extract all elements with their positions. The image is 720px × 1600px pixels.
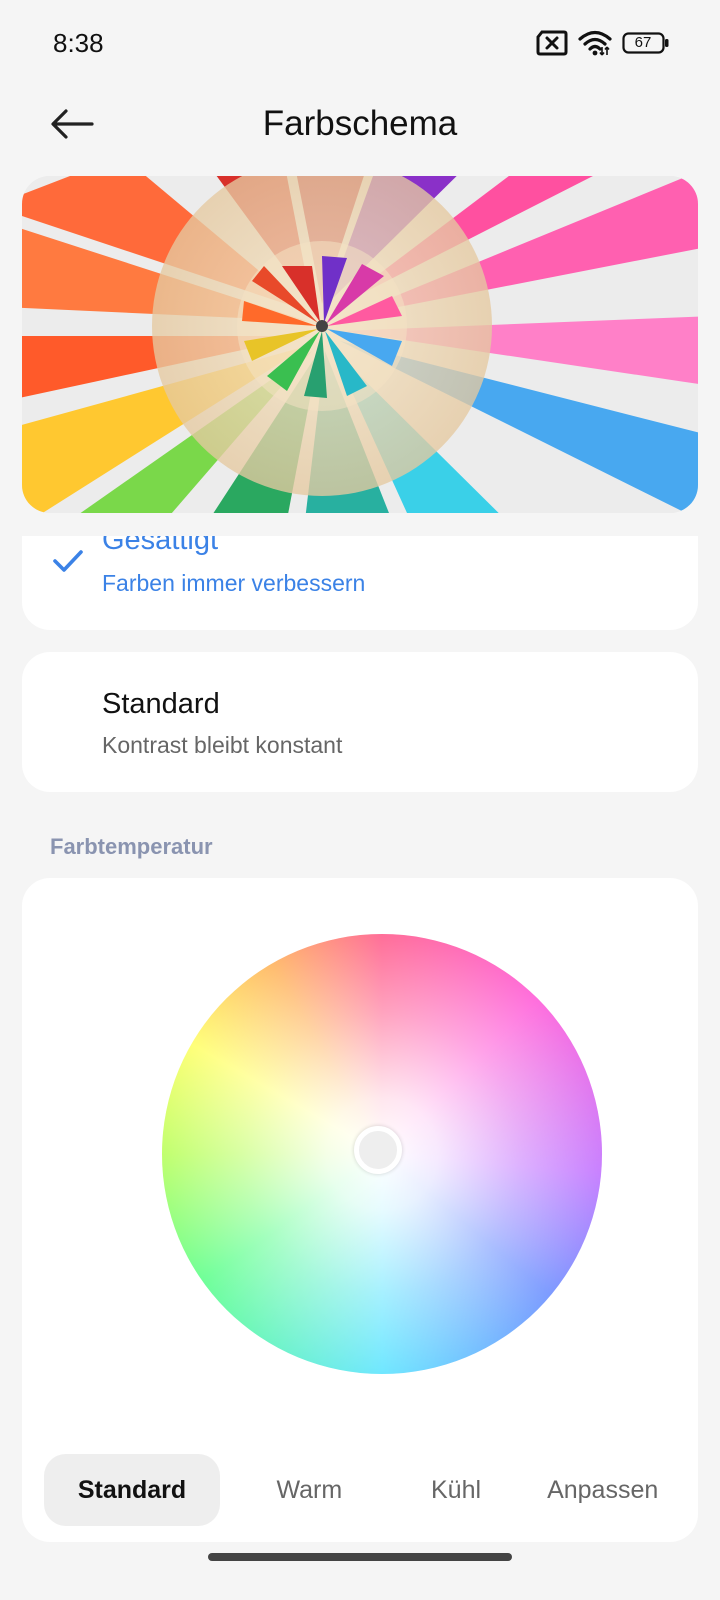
color-wheel[interactable] [162, 934, 602, 1374]
status-bar: 8:38 67 [0, 0, 720, 90]
preset-custom[interactable]: Anpassen [529, 1454, 676, 1526]
option-standard[interactable]: Standard Kontrast bleibt konstant [22, 652, 698, 792]
option-title: Gesättigt [102, 536, 219, 556]
color-scheme-preview-image [22, 176, 698, 513]
status-icons: 67 [536, 30, 670, 56]
option-subtitle: Kontrast bleibt konstant [102, 732, 343, 758]
status-time: 8:38 [53, 28, 104, 58]
preset-warm[interactable]: Warm [236, 1454, 383, 1526]
home-indicator[interactable] [208, 1553, 512, 1561]
screen: 8:38 67 Farbschema Gesättigt Farben imme… [0, 0, 720, 1600]
section-label-color-temperature: Farbtemperatur [50, 834, 213, 859]
color-temperature-card: Standard Warm Kühl Anpassen [22, 878, 698, 1542]
wifi-icon [578, 30, 612, 56]
color-wheel-handle[interactable] [354, 1126, 402, 1174]
battery-level: 67 [634, 34, 652, 51]
option-subtitle: Farben immer verbessern [102, 570, 366, 596]
preset-standard[interactable]: Standard [44, 1454, 220, 1526]
temperature-preset-selector: Standard Warm Kühl Anpassen [44, 1454, 676, 1526]
page-title: Farbschema [262, 104, 458, 143]
sim-blocked-icon [536, 30, 568, 56]
preset-cool[interactable]: Kühl [383, 1454, 530, 1526]
option-title: Standard [102, 688, 220, 720]
checkmark-icon [52, 548, 84, 579]
battery-icon: 67 [622, 31, 670, 55]
option-saturated[interactable]: Gesättigt Farben immer verbessern [22, 536, 698, 630]
